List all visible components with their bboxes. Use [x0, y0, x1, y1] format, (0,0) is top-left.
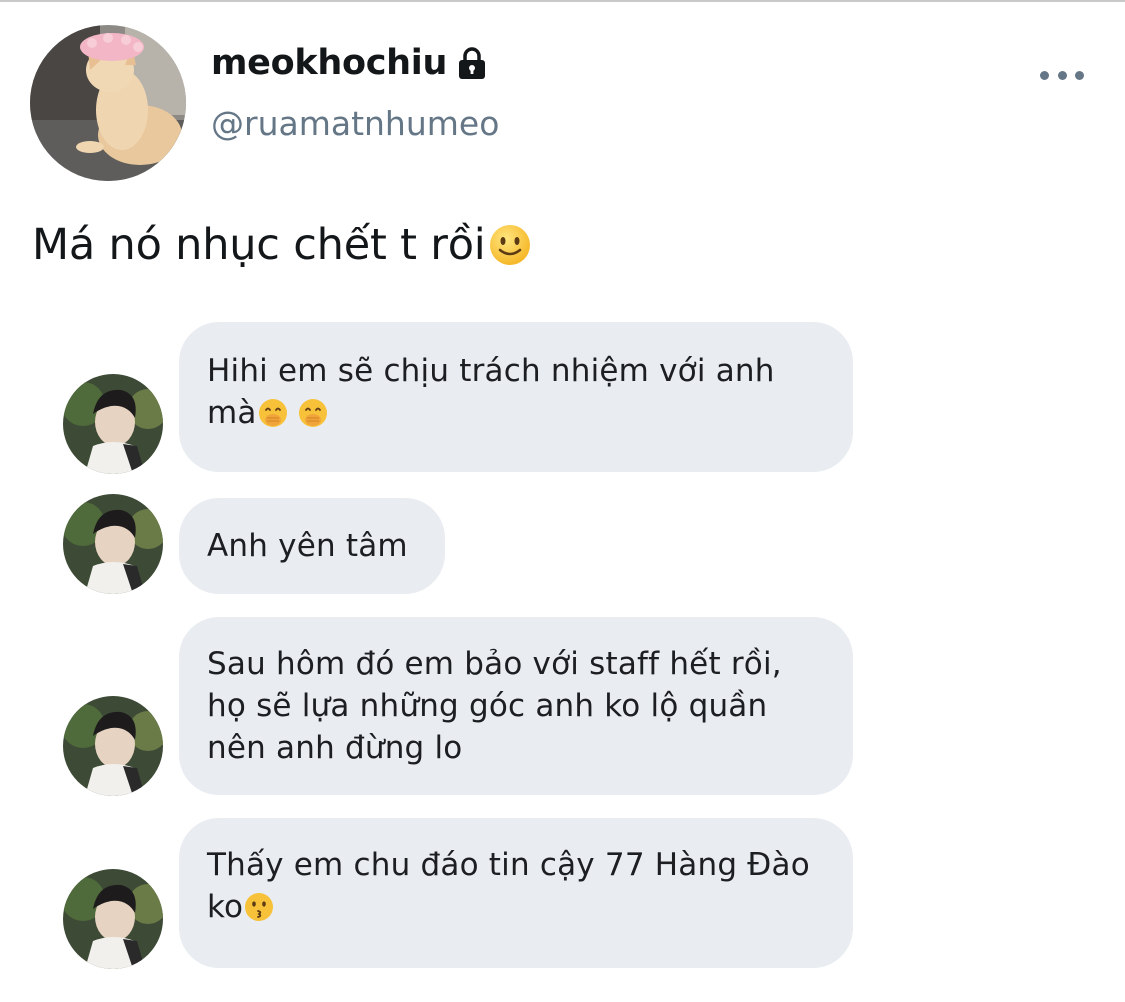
- display-name[interactable]: meokhochiu: [211, 43, 447, 83]
- lock-icon: [459, 47, 486, 79]
- more-dot-icon: [1040, 70, 1049, 80]
- profile-avatar[interactable]: [30, 25, 186, 181]
- person-avatar-image: [63, 696, 163, 796]
- top-divider: [0, 0, 1125, 2]
- message-bubble: Sau hôm đó em bảo với staff hết rồi, họ …: [179, 617, 853, 795]
- message-line: nên anh đừng lo: [207, 730, 463, 766]
- person-avatar-image: [63, 374, 163, 474]
- message-line-with-emoji: ko: [207, 886, 825, 928]
- slightly-smiling-face-emoji-icon: [489, 225, 530, 265]
- message-line: Hihi em sẽ chịu trách nhiệm với anh: [207, 353, 775, 389]
- message-line-with-emoji: mà: [207, 392, 825, 434]
- kissing-face-emoji-icon: [245, 893, 274, 921]
- display-name-row: meokhochiu: [211, 40, 489, 86]
- message-line-text: mà: [207, 395, 257, 431]
- message-line: Sau hôm đó em bảo với staff hết rồi,: [207, 646, 782, 682]
- more-dot-icon: [1075, 70, 1084, 80]
- chat-avatar[interactable]: [63, 696, 163, 796]
- chat-avatar[interactable]: [63, 869, 163, 969]
- message-bubble: Thấy em chu đáo tin cậy 77 Hàng Đào ko: [179, 818, 853, 968]
- message-bubble: Hihi em sẽ chịu trách nhiệm với anh mà: [179, 322, 853, 472]
- chat-avatar[interactable]: [63, 494, 163, 594]
- tweet-text-body: Má nó nhục chết t rồi: [32, 220, 486, 270]
- cat-avatar-image: [30, 25, 186, 181]
- hand-over-mouth-emoji-icon: [258, 399, 287, 427]
- message-line: Thấy em chu đáo tin cậy 77 Hàng Đào: [207, 847, 810, 883]
- message-line-text: ko: [207, 889, 244, 925]
- tweet-text: Má nó nhục chết t rồi: [32, 220, 532, 270]
- message-bubble: Anh yên tâm: [179, 498, 445, 594]
- person-avatar-image: [63, 494, 163, 594]
- more-options-button[interactable]: [1040, 64, 1084, 86]
- chat-avatar[interactable]: [63, 374, 163, 474]
- hand-over-mouth-emoji-icon: [298, 399, 327, 427]
- more-dot-icon: [1057, 70, 1067, 80]
- message-line: họ sẽ lựa những góc anh ko lộ quần: [207, 688, 768, 724]
- person-avatar-image: [63, 869, 163, 969]
- message-line: Anh yên tâm: [207, 528, 408, 564]
- user-handle[interactable]: @ruamatnhumeo: [211, 104, 499, 143]
